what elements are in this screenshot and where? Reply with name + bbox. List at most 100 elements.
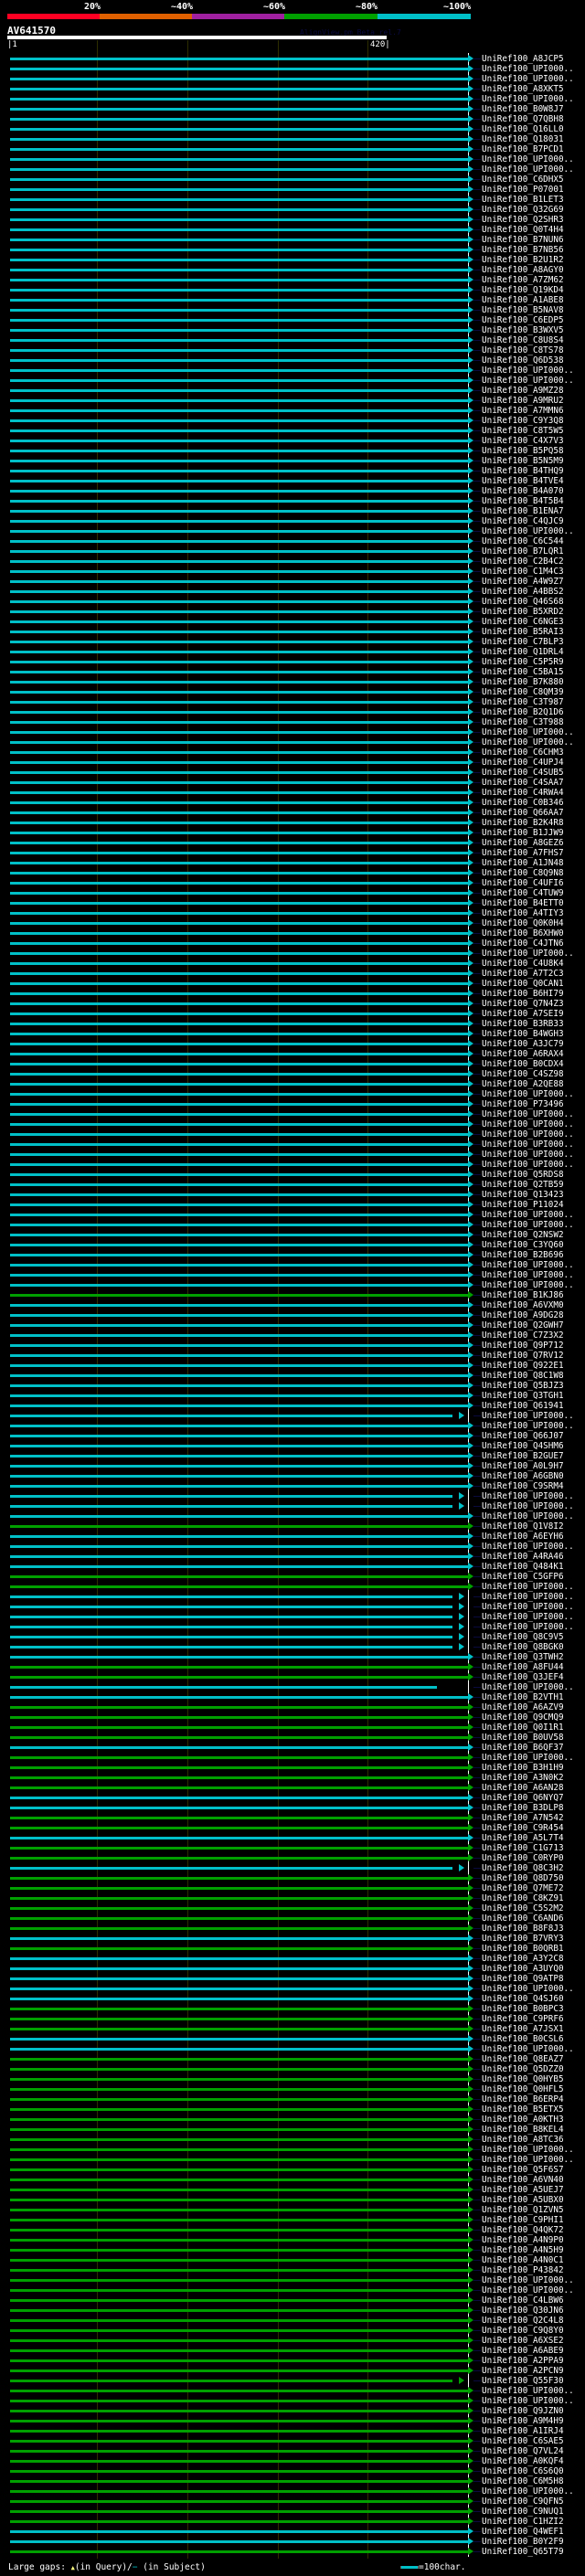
alignment-bar[interactable] — [10, 801, 469, 804]
alignment-bar[interactable] — [10, 1183, 469, 1186]
hit-row[interactable]: UniRef100_Q8C9V5 — [0, 1632, 585, 1642]
hit-row[interactable]: UniRef100_B4ETT0 — [0, 898, 585, 908]
alignment-bar[interactable] — [10, 1214, 469, 1216]
hit-row[interactable]: UniRef100_Q16LL0 — [0, 124, 585, 134]
hit-label[interactable]: UniRef100_A7N542 — [482, 1813, 564, 1823]
hit-label[interactable]: UniRef100_Q46S68 — [482, 597, 564, 607]
hit-label[interactable]: UniRef100_B4T5B4 — [482, 496, 564, 506]
hit-label[interactable]: UniRef100_A9M4H9 — [482, 2416, 564, 2426]
alignment-bar[interactable] — [10, 610, 469, 613]
alignment-bar[interactable] — [10, 329, 469, 332]
hit-row[interactable]: UniRef100_UPI000.. — [0, 1501, 585, 1511]
alignment-bar[interactable] — [10, 1917, 469, 1920]
alignment-bar[interactable] — [10, 1847, 469, 1850]
hit-row[interactable]: UniRef100_UPI000.. — [0, 1089, 585, 1099]
hit-row[interactable]: UniRef100_UPI000.. — [0, 2386, 585, 2396]
hit-label[interactable]: UniRef100_Q5RDS8 — [482, 1170, 564, 1180]
alignment-bar[interactable] — [10, 208, 469, 211]
hit-row[interactable]: UniRef100_Q9JZN0 — [0, 2406, 585, 2416]
hit-row[interactable]: UniRef100_A0KQF4 — [0, 2456, 585, 2466]
alignment-bar[interactable] — [10, 1344, 469, 1347]
alignment-bar[interactable] — [10, 2470, 469, 2473]
hit-row[interactable]: UniRef100_Q2SHR3 — [0, 215, 585, 225]
hit-row[interactable]: UniRef100_A3Y2C8 — [0, 1954, 585, 1964]
hit-label[interactable]: UniRef100_Q16LL0 — [482, 124, 564, 134]
alignment-bar[interactable] — [10, 1817, 469, 1819]
alignment-bar[interactable] — [10, 1957, 469, 1960]
alignment-bar[interactable] — [10, 691, 469, 694]
hit-row[interactable]: UniRef100_C9Q8Y0 — [0, 2326, 585, 2336]
hit-label[interactable]: UniRef100_B5PQ58 — [482, 446, 564, 456]
hit-row[interactable]: UniRef100_C6DHX5 — [0, 175, 585, 185]
alignment-bar[interactable] — [10, 1585, 469, 1588]
hit-label[interactable]: UniRef100_P43842 — [482, 2265, 564, 2275]
hit-label[interactable]: UniRef100_A0L9H7 — [482, 1461, 564, 1471]
hit-label[interactable]: UniRef100_C8TS78 — [482, 345, 564, 355]
hit-label[interactable]: UniRef100_Q6NYQ7 — [482, 1793, 564, 1803]
alignment-bar[interactable] — [10, 1525, 469, 1528]
hit-label[interactable]: UniRef100_Q0K0H4 — [482, 918, 564, 928]
hit-label[interactable]: UniRef100_Q8BGK0 — [482, 1642, 564, 1652]
alignment-bar[interactable] — [10, 1304, 469, 1307]
hit-row[interactable]: UniRef100_UPI000.. — [0, 1109, 585, 1119]
hit-label[interactable]: UniRef100_Q2NSW2 — [482, 1230, 564, 1240]
alignment-bar[interactable] — [10, 1153, 469, 1156]
hit-row[interactable]: UniRef100_P43842 — [0, 2265, 585, 2275]
hit-label[interactable]: UniRef100_A8JCP5 — [482, 54, 564, 64]
alignment-bar[interactable] — [10, 349, 469, 352]
hit-label[interactable]: UniRef100_Q55F30 — [482, 2376, 564, 2386]
hit-row[interactable]: UniRef100_B2B696 — [0, 1250, 585, 1260]
hit-row[interactable]: UniRef100_Q18031 — [0, 134, 585, 144]
alignment-bar[interactable] — [10, 218, 469, 221]
hit-row[interactable]: UniRef100_A8TC36 — [0, 2135, 585, 2145]
alignment-bar[interactable] — [10, 1776, 469, 1779]
alignment-bar[interactable] — [10, 1354, 469, 1357]
hit-row[interactable]: UniRef100_UPI000.. — [0, 2275, 585, 2285]
hit-label[interactable]: UniRef100_A4N5H9 — [482, 2245, 564, 2255]
hit-label[interactable]: UniRef100_Q19KD4 — [482, 285, 564, 295]
hit-row[interactable]: UniRef100_C4SAA7 — [0, 778, 585, 788]
hit-row[interactable]: UniRef100_Q4SHM6 — [0, 1441, 585, 1451]
alignment-bar[interactable] — [10, 1384, 469, 1387]
hit-row[interactable]: UniRef100_Q922E1 — [0, 1361, 585, 1371]
alignment-bar[interactable] — [10, 922, 469, 925]
alignment-bar[interactable] — [10, 1766, 469, 1769]
hit-row[interactable]: UniRef100_B7VRY3 — [0, 1934, 585, 1944]
alignment-bar[interactable] — [10, 510, 469, 513]
hit-row[interactable]: UniRef100_A5L7T4 — [0, 1833, 585, 1843]
hit-label[interactable]: UniRef100_A7ZM62 — [482, 275, 564, 285]
hit-label[interactable]: UniRef100_B0Y2F9 — [482, 2537, 564, 2547]
hit-row[interactable]: UniRef100_C6C544 — [0, 536, 585, 546]
hit-label[interactable]: UniRef100_B7K880 — [482, 677, 564, 687]
hit-label[interactable]: UniRef100_C8KZ91 — [482, 1893, 564, 1903]
alignment-bar[interactable] — [10, 2058, 469, 2061]
hit-label[interactable]: UniRef100_A3JC79 — [482, 1039, 564, 1049]
alignment-bar[interactable] — [10, 58, 469, 60]
hit-label[interactable]: UniRef100_A7FHS7 — [482, 848, 564, 858]
hit-label[interactable]: UniRef100_Q4SHM6 — [482, 1441, 564, 1451]
hit-row[interactable]: UniRef100_C4TUW9 — [0, 888, 585, 898]
alignment-bar[interactable] — [10, 550, 469, 553]
hit-row[interactable]: UniRef100_B8KEL4 — [0, 2125, 585, 2135]
hit-row[interactable]: UniRef100_B7NUN6 — [0, 235, 585, 245]
alignment-bar[interactable] — [10, 862, 469, 864]
alignment-bar[interactable] — [10, 1555, 469, 1558]
alignment-bar[interactable] — [10, 2038, 469, 2041]
alignment-bar[interactable] — [10, 319, 469, 322]
alignment-bar[interactable] — [10, 228, 469, 231]
alignment-bar[interactable] — [10, 1746, 469, 1749]
hit-row[interactable]: UniRef100_Q0T4H4 — [0, 225, 585, 235]
hit-row[interactable]: UniRef100_Q13423 — [0, 1190, 585, 1200]
hit-row[interactable]: UniRef100_C3T988 — [0, 717, 585, 727]
alignment-bar[interactable] — [10, 701, 469, 704]
alignment-bar[interactable] — [10, 1756, 469, 1759]
alignment-bar[interactable] — [10, 490, 469, 493]
alignment-bar[interactable] — [10, 1827, 469, 1829]
hit-label[interactable]: UniRef100_A6VXM0 — [482, 1300, 564, 1310]
hit-label[interactable]: UniRef100_C0B346 — [482, 798, 564, 808]
alignment-bar[interactable] — [10, 2329, 469, 2332]
alignment-bar[interactable] — [10, 1696, 469, 1699]
hit-row[interactable]: UniRef100_UPI000.. — [0, 1220, 585, 1230]
hit-row[interactable]: UniRef100_B2GUE7 — [0, 1451, 585, 1461]
hit-label[interactable]: UniRef100_C9QFN5 — [482, 2496, 564, 2507]
